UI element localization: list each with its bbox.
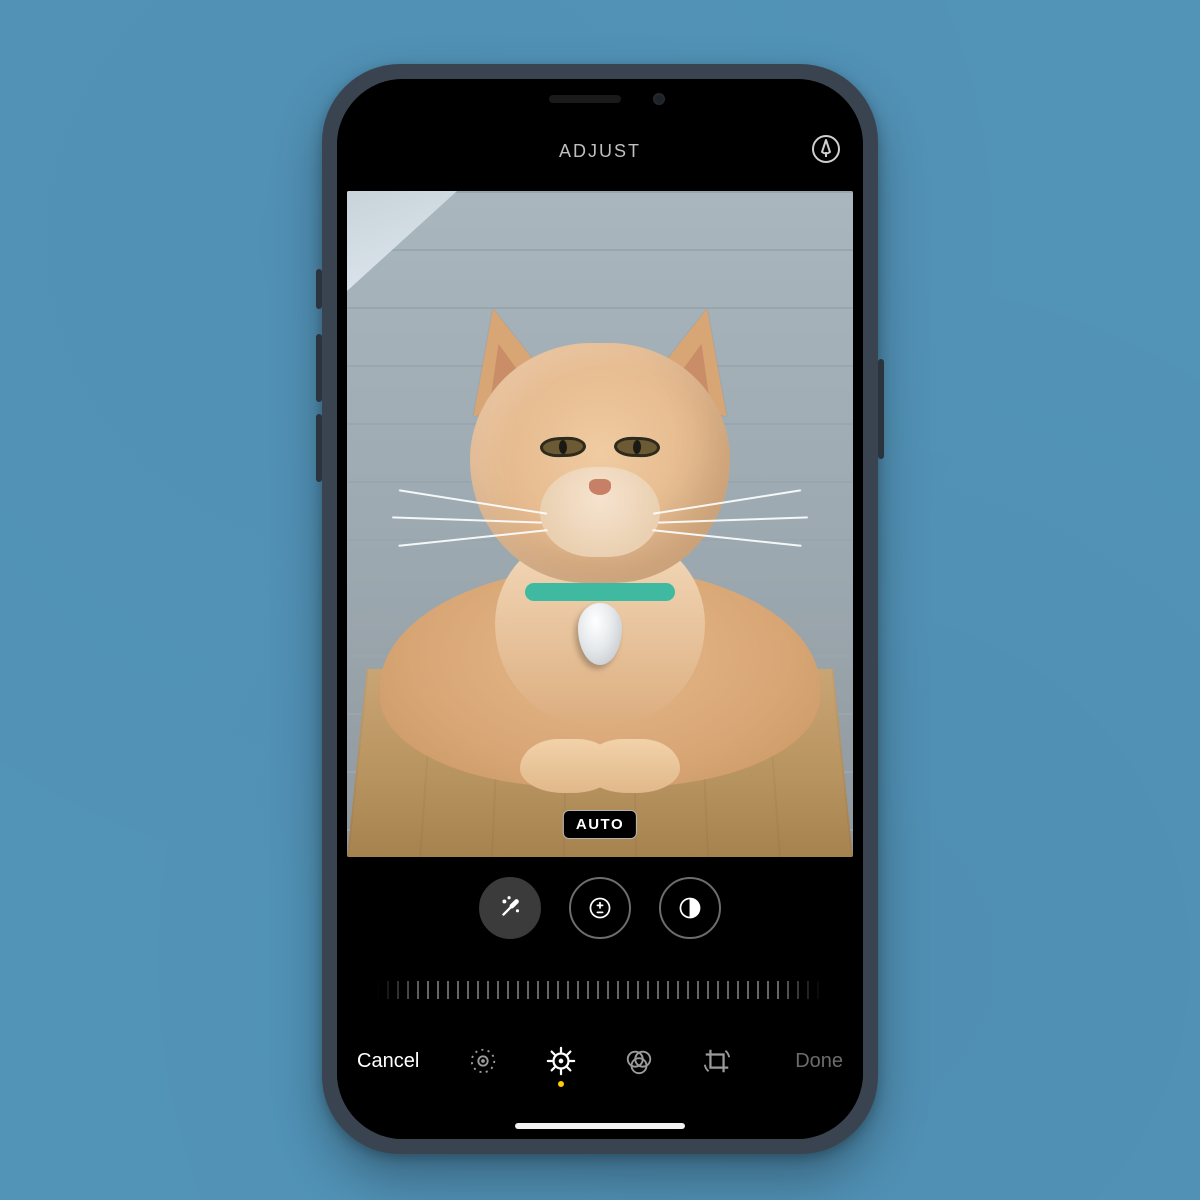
home-indicator[interactable]	[515, 1123, 685, 1129]
photos-edit-screen: ADJUST	[337, 79, 863, 1139]
adjust-tool-auto[interactable]	[479, 877, 541, 939]
crop-rotate-icon	[702, 1046, 732, 1076]
filters-icon	[624, 1046, 654, 1076]
adjustment-name-badge: AUTO	[563, 810, 637, 839]
magic-wand-icon	[496, 894, 524, 922]
markup-pen-icon	[811, 134, 841, 164]
bottom-toolbar: Cancel	[337, 1023, 863, 1099]
done-button[interactable]: Done	[757, 1050, 843, 1073]
adjust-tool-exposure[interactable]	[569, 877, 631, 939]
tab-adjust[interactable]	[545, 1045, 577, 1077]
silent-switch	[316, 269, 322, 309]
markup-button[interactable]	[811, 134, 841, 164]
adjustment-intensity-slider[interactable]	[337, 969, 863, 1009]
header-title: ADJUST	[337, 141, 863, 162]
active-dot	[558, 1081, 564, 1087]
cancel-button[interactable]: Cancel	[357, 1050, 443, 1073]
speaker-grill	[549, 95, 621, 103]
front-camera	[653, 93, 665, 105]
phone-frame: ADJUST	[322, 64, 878, 1154]
exposure-icon	[587, 895, 613, 921]
adjust-tool-brilliance[interactable]	[659, 877, 721, 939]
volume-up-button	[316, 334, 322, 402]
side-power-button	[878, 359, 884, 459]
volume-down-button	[316, 414, 322, 482]
screen-bezel: ADJUST	[337, 79, 863, 1139]
photo-illustration	[347, 191, 853, 857]
photo-canvas[interactable]: AUTO	[347, 191, 853, 857]
slider-ticks	[377, 981, 823, 999]
live-photo-icon	[468, 1046, 498, 1076]
tab-crop[interactable]	[701, 1045, 733, 1077]
display-notch	[455, 79, 745, 119]
adjustment-tools-row[interactable]	[337, 877, 863, 947]
adjust-dial-icon	[546, 1046, 576, 1076]
tab-filters[interactable]	[623, 1045, 655, 1077]
brilliance-icon	[677, 895, 703, 921]
edit-mode-tabs	[443, 1045, 757, 1077]
tab-live-photo[interactable]	[467, 1045, 499, 1077]
